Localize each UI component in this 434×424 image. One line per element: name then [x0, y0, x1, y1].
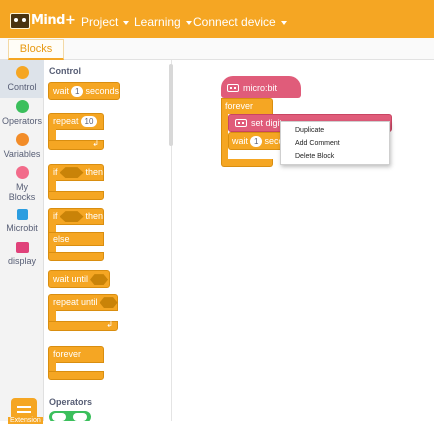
menu-project[interactable]: Project	[81, 15, 130, 29]
condition-slot[interactable]	[59, 211, 84, 223]
condition-slot[interactable]	[59, 167, 84, 179]
forever-bottom	[48, 371, 104, 380]
category-variables[interactable]: Variables	[0, 131, 44, 159]
category-display[interactable]: display	[0, 242, 44, 266]
palette-wait-block[interactable]: wait 1 seconds	[48, 82, 120, 100]
context-menu-delete-block[interactable]: Delete Block	[295, 153, 334, 160]
forever-block-arm	[221, 113, 228, 161]
microbit-starts-hat-block[interactable]: micro:bit starts	[221, 76, 301, 117]
palette-repeat-until-block[interactable]: repeat until	[48, 294, 118, 311]
palette-forever-block[interactable]: forever	[48, 346, 104, 363]
palette-if-else-block[interactable]: if then	[48, 208, 104, 225]
mind-plus-logo[interactable]: Mind+	[10, 12, 76, 32]
menu-learning[interactable]: Learning	[134, 15, 192, 29]
else-label: else	[48, 232, 104, 246]
section-title-control: Control	[49, 66, 81, 76]
operator-slot[interactable]	[73, 413, 87, 421]
palette-operator-block[interactable]	[49, 411, 91, 421]
chevron-down-icon	[123, 20, 130, 25]
condition-slot[interactable]	[90, 274, 109, 286]
operators-category-icon	[15, 100, 29, 113]
block-context-menu: Duplicate Add Comment Delete Block	[280, 121, 390, 165]
repeat-until-bottom: ↲	[48, 320, 118, 331]
if-bottom	[48, 191, 104, 200]
loop-arrow-icon: ↲	[106, 320, 113, 329]
context-menu-duplicate[interactable]: Duplicate	[295, 127, 324, 134]
top-bar: Mind+ Project Learning Connect device	[0, 0, 434, 38]
chevron-down-icon	[185, 20, 192, 25]
tab-bar: Blocks	[0, 38, 434, 60]
palette-repeat-block[interactable]: repeat 10	[48, 113, 104, 130]
category-control[interactable]: Control	[0, 60, 44, 98]
app-name: Mind+	[31, 13, 76, 28]
repeat-count-input[interactable]: 10	[80, 116, 98, 127]
my-blocks-category-icon	[15, 166, 29, 179]
context-menu-add-comment[interactable]: Add Comment	[295, 140, 340, 147]
condition-slot[interactable]	[99, 297, 118, 309]
microbit-category-icon	[16, 209, 28, 220]
menu-connect-device[interactable]: Connect device	[193, 15, 287, 29]
operator-slot[interactable]	[52, 413, 66, 421]
tab-blocks[interactable]: Blocks	[8, 39, 64, 60]
chevron-down-icon	[280, 20, 287, 25]
section-title-operators: Operators	[49, 397, 93, 407]
if-else-bottom	[48, 252, 104, 261]
robot-logo-icon	[10, 13, 30, 29]
category-microbit[interactable]: Microbit	[0, 209, 44, 233]
loop-arrow-icon: ↲	[92, 139, 99, 148]
repeat-bottom: ↲	[48, 139, 104, 150]
microbit-icon	[227, 84, 239, 92]
palette-wait-until-block[interactable]: wait until	[48, 270, 110, 288]
category-my-blocks[interactable]: My Blocks	[0, 164, 44, 202]
category-menu: Control Operators Variables My Blocks Mi…	[0, 60, 44, 424]
wait-seconds-input[interactable]: 1	[250, 136, 263, 147]
category-operators[interactable]: Operators	[0, 98, 44, 126]
forever-block-bottom	[221, 159, 273, 167]
wait-seconds-input[interactable]: 1	[71, 86, 84, 97]
forever-block[interactable]: forever	[221, 98, 273, 114]
microbit-icon	[235, 119, 247, 127]
palette-if-then-block[interactable]: if then	[48, 164, 104, 181]
block-palette: Control wait 1 seconds repeat 10 ↲ if then i…	[44, 60, 172, 421]
display-category-icon	[15, 242, 29, 253]
control-category-icon	[15, 66, 29, 79]
variables-category-icon	[15, 133, 29, 146]
